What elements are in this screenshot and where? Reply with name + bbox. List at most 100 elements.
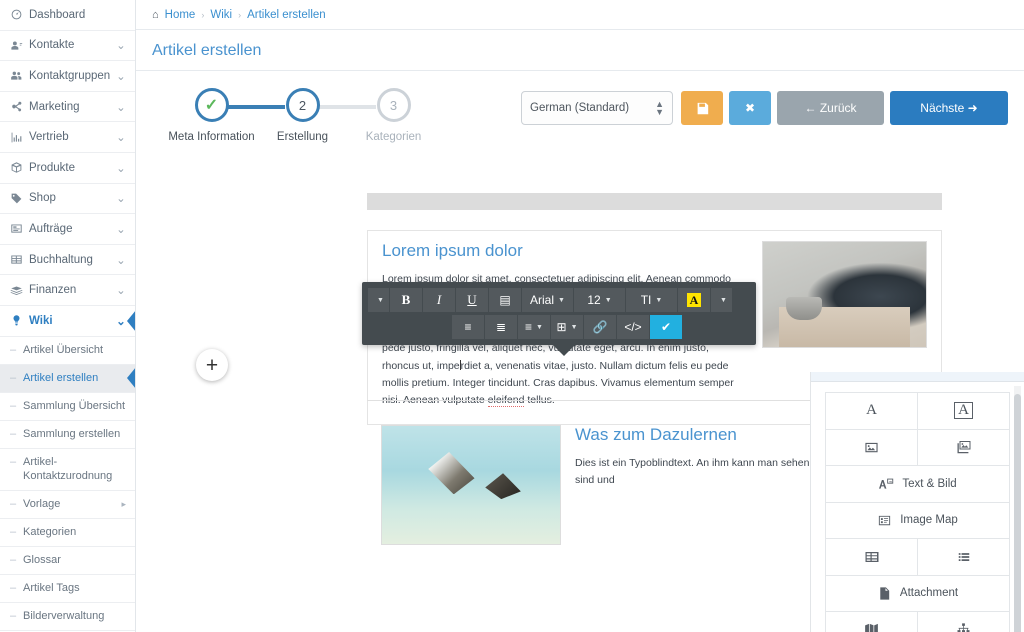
widget-text-box[interactable]: A [918,393,1009,429]
sidebar-subitem-label: Glossar [23,554,61,567]
cancel-button[interactable]: ✖ [729,91,771,125]
code-button[interactable]: </> [617,315,650,339]
image-icon [864,440,879,455]
chevron-right-icon[interactable]: ▸ [117,497,126,512]
wizard-step-1[interactable]: ✓ Meta Information [166,88,286,143]
sidebar-subitem-artikel-übersicht[interactable]: – Artikel Übersicht [0,336,135,365]
rte-pointer [553,345,575,356]
dash-icon: – [10,554,17,567]
table-dropdown[interactable]: ⊞ ▼ [551,315,584,339]
widget-list[interactable] [918,539,1009,575]
highlight-color-dropdown[interactable]: ▼ [711,288,733,312]
breadcrumb-home[interactable]: Home [165,9,196,21]
back-button[interactable]: ← Zurück [777,91,884,125]
chevron-down-icon[interactable]: ⌄ [116,191,126,205]
widget-text-bild[interactable]: Text & Bild [826,466,1009,502]
label: ≡ [525,320,533,334]
save-button[interactable] [681,91,723,125]
sidebar-subitem-sammlung-übersicht[interactable]: – Sammlung Übersicht [0,392,135,421]
highlight-color-button[interactable]: A [678,288,711,312]
text-image-icon [878,476,894,492]
add-block-circle-button[interactable]: + [196,349,228,381]
rte-row-2: ≡ ≣ ≡ ▼ ⊞ ▼ 🔗 </> ✔ [368,315,750,339]
ordered-list-button[interactable]: ≣ [485,315,518,339]
sidebar-item-marketing[interactable]: Marketing ⌄ [0,92,135,123]
sidebar-item-vertrieb[interactable]: Vertrieb ⌄ [0,122,135,153]
widget-panel-header [811,372,1024,382]
placeholder-bar[interactable] [367,193,942,210]
wizard-step-2[interactable]: 2 Erstellung [257,88,377,143]
sidebar-subitem-glossar[interactable]: – Glossar [0,547,135,576]
next-button[interactable]: Nächste ➜ [890,91,1008,125]
sidebar-subitem-bilderverwaltung[interactable]: – Bilderverwaltung [0,603,135,632]
link-button[interactable]: 🔗 [584,315,617,339]
widget-panel-scrollbar-thumb[interactable] [1014,394,1021,632]
block-image-desk[interactable] [762,241,927,348]
sidebar-subitem-label: Sammlung erstellen [23,427,121,440]
sidebar-item-shop[interactable]: Shop ⌄ [0,184,135,215]
order-icon [10,222,27,235]
wizard-step-3[interactable]: 3 Kategorien [348,88,439,143]
widget-label: Image Map [900,514,958,527]
clear-format-button[interactable]: ▤ [489,288,522,312]
widget-text[interactable]: A [826,393,918,429]
font-size-dropdown[interactable]: 12 ▼ [574,288,626,312]
language-select-value: German (Standard) [530,102,630,114]
sidebar-item-produkte[interactable]: Produkte ⌄ [0,153,135,184]
widget-attachment[interactable]: Attachment [826,576,1009,612]
sidebar-subitem-artikel-kontaktzurodnung[interactable]: – Artikel-Kontaktzurodnung [0,448,135,492]
sidebar-item-finanzen[interactable]: Finanzen ⌄ [0,275,135,306]
font-family-dropdown[interactable]: Arial ▼ [522,288,574,312]
breadcrumb-separator: › [201,9,205,20]
sidebar-item-buchhaltung[interactable]: Buchhaltung ⌄ [0,245,135,276]
sidebar-subitem-artikel-erstellen[interactable]: – Artikel erstellen [0,364,135,393]
italic-button[interactable]: I [423,288,456,312]
widget-sitemap[interactable] [918,612,1009,632]
paragraph-style-dropdown[interactable]: ▼ [368,288,390,312]
widget-map[interactable] [826,612,918,632]
sidebar-item-label: Buchhaltung [29,253,93,266]
widget-table[interactable] [826,539,918,575]
chevron-down-icon[interactable]: ⌄ [116,130,126,144]
sidebar-subitem-label: Bilderverwaltung [23,610,105,623]
chevron-down-icon[interactable]: ⌄ [116,283,126,297]
sidebar-subitem-label: Vorlage [23,498,61,511]
sidebar-subitem-artikel-tags[interactable]: – Artikel Tags [0,575,135,604]
chevron-down-icon[interactable]: ⌄ [116,314,126,328]
sidebar-item-label: Aufträge [29,222,73,235]
bulb-icon [10,314,27,327]
text-color-dropdown[interactable]: TІ ▼ [626,288,678,312]
sidebar-item-dashboard[interactable]: Dashboard [0,0,135,31]
sidebar-subitem-kategorien[interactable]: – Kategorien [0,519,135,548]
breadcrumb-separator-2: › [238,9,242,20]
widget-gallery[interactable] [918,430,1009,466]
breadcrumb-wiki[interactable]: Wiki [210,9,232,21]
sidebar-item-kontakte[interactable]: Kontakte ⌄ [0,31,135,62]
chevron-down-icon: ▼ [720,296,727,304]
language-select[interactable]: German (Standard) ▲ ▼ [521,91,673,125]
unordered-list-button[interactable]: ≡ [452,315,485,339]
chevron-down-icon[interactable]: ⌄ [116,38,126,52]
sidebar-item-kontaktgruppen[interactable]: Kontaktgruppen ⌄ [0,61,135,92]
block-title[interactable]: Lorem ipsum dolor [382,241,748,261]
breadcrumb-current[interactable]: Artikel erstellen [247,9,326,21]
chevron-down-icon[interactable]: ⌄ [116,100,126,114]
chevron-down-icon[interactable]: ⌄ [116,161,126,175]
widget-image-map[interactable]: Image Map [826,503,1009,539]
confirm-button[interactable]: ✔ [650,315,683,339]
widget-image[interactable] [826,429,918,465]
step-circle: 3 [376,88,411,122]
chevron-down-icon[interactable]: ⌄ [116,69,126,83]
sidebar-subitem-sammlung-erstellen[interactable]: – Sammlung erstellen [0,420,135,449]
chevron-down-icon[interactable]: ⌄ [116,222,126,236]
label: U [467,292,477,307]
sidebar-item-wiki[interactable]: Wiki ⌄ [0,306,135,337]
sidebar-subitem-vorlage[interactable]: – Vorlage ▸ [0,491,135,520]
underline-button[interactable]: U [456,288,489,312]
widget-list: AAText & BildImage MapAttachmentDiagramm… [825,392,1010,632]
chevron-down-icon[interactable]: ⌄ [116,253,126,267]
sidebar-item-auftr-ge[interactable]: Aufträge ⌄ [0,214,135,245]
block-image-sky[interactable] [381,425,561,545]
align-dropdown[interactable]: ≡ ▼ [518,315,551,339]
bold-button[interactable]: B [390,288,423,312]
